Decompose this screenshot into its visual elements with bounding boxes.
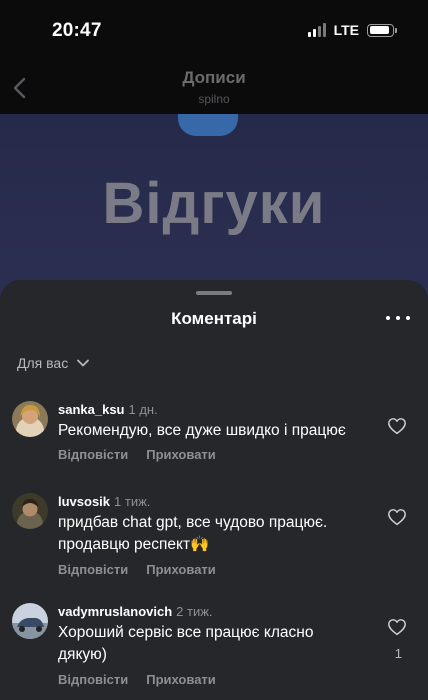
battery-icon (367, 23, 397, 37)
comment-header: vadymruslanovich 2 тиж. (58, 604, 213, 619)
status-indicators: LTE (307, 22, 397, 38)
comment-filter-dropdown[interactable]: Для вас (17, 355, 90, 371)
comment-text: Хороший сервіс все працює класно дякую) (58, 624, 314, 663)
signal-icon (307, 23, 326, 37)
comment-header: luvsosik 1 тиж. (58, 494, 150, 509)
hide-button[interactable]: Приховати (146, 672, 216, 687)
avatar[interactable] (12, 603, 48, 639)
comment-item: sanka_ksu 1 дн. Рекомендую, все дуже швид… (0, 396, 428, 486)
heart-icon[interactable] (387, 508, 407, 526)
heart-icon[interactable] (387, 618, 407, 636)
comment-actions: Відповісти Приховати (58, 562, 216, 577)
sheet-title: Коментарі (171, 309, 257, 328)
comment-username[interactable]: sanka_ksu (58, 402, 125, 417)
chevron-down-icon (77, 359, 90, 367)
comment-username[interactable]: vadymruslanovich (58, 604, 172, 619)
avatar[interactable] (12, 401, 48, 437)
battery-level (369, 26, 390, 34)
comment-item: luvsosik 1 тиж. придбав chat gpt, все чуд… (0, 486, 428, 596)
status-bar: 20:47 LTE (0, 0, 428, 62)
network-type: LTE (333, 22, 359, 38)
header-subtitle: spilno (198, 92, 230, 106)
hide-button[interactable]: Приховати (146, 447, 216, 462)
comments-sheet: Коментарі Для вас sanka_ksu 1 дн. Рекомен… (0, 280, 428, 700)
reply-button[interactable]: Відповісти (58, 447, 128, 462)
sheet-grabber[interactable] (196, 291, 232, 295)
post-image-decoration (178, 114, 238, 136)
post-header: Дописи spilno (0, 62, 428, 114)
more-horizontal-icon[interactable] (386, 312, 410, 324)
status-time: 20:47 (52, 20, 102, 41)
comment-time: 1 тиж. (114, 494, 151, 509)
comment-text: придбав chat gpt, все чудово працює. про… (58, 514, 328, 553)
filter-label: Для вас (17, 355, 69, 371)
comment-username[interactable]: luvsosik (58, 494, 110, 509)
heart-icon[interactable] (387, 417, 407, 435)
post-image-text: Відгуки (102, 171, 326, 236)
like-count: 1 (394, 646, 402, 661)
avatar[interactable] (12, 493, 48, 529)
comment-actions: Відповісти Приховати (58, 447, 216, 462)
comment-text: Рекомендую, все дуже швидко і працює (58, 422, 346, 439)
reply-button[interactable]: Відповісти (58, 562, 128, 577)
header-title: Дописи (182, 68, 246, 87)
comment-time: 2 тиж. (176, 604, 213, 619)
reply-button[interactable]: Відповісти (58, 672, 128, 687)
comment-item: vadymruslanovich 2 тиж. Хороший сервіс вс… (0, 596, 428, 700)
comment-actions: Відповісти Приховати (58, 672, 216, 687)
comment-time: 1 дн. (128, 402, 158, 417)
hide-button[interactable]: Приховати (146, 562, 216, 577)
comment-header: sanka_ksu 1 дн. (58, 402, 158, 417)
